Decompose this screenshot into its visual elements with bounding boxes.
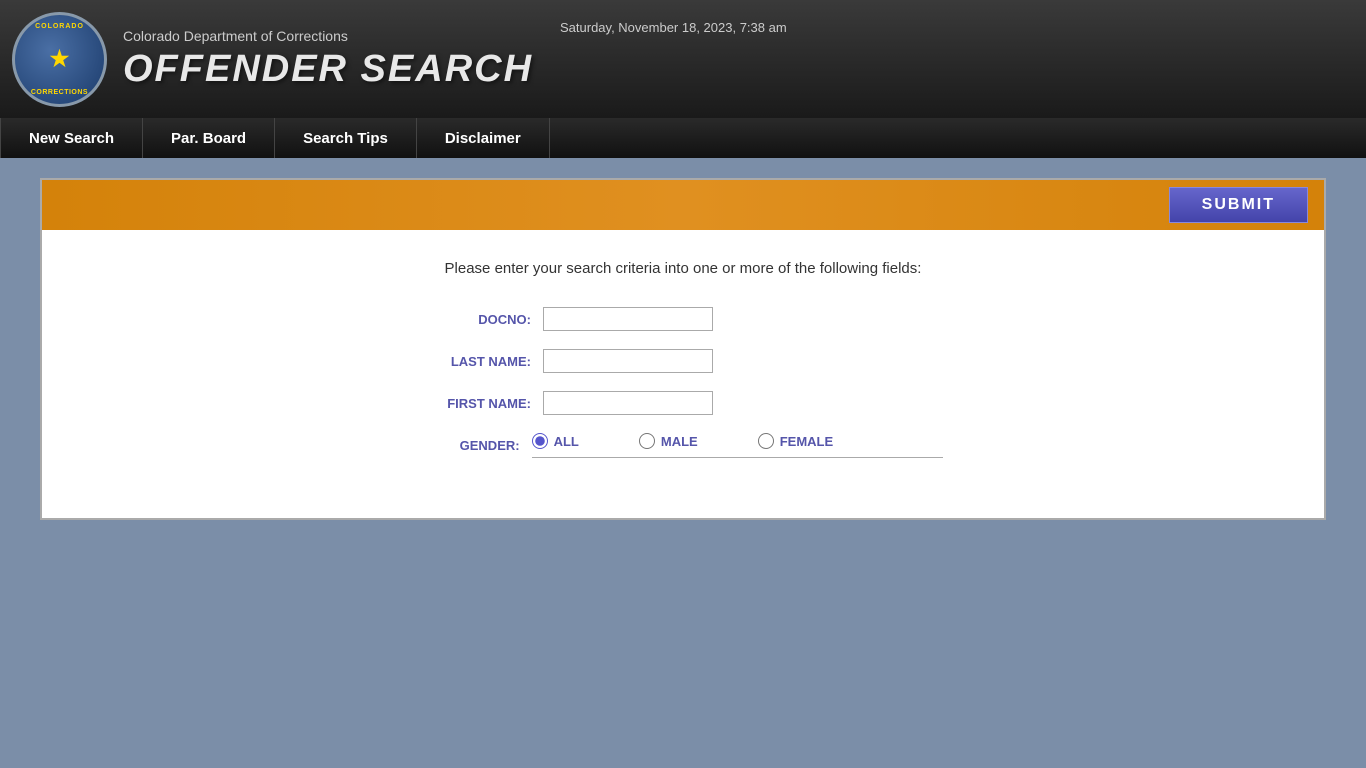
header-text: Colorado Department of Corrections OFFEN… bbox=[123, 28, 533, 91]
instructions-text: Please enter your search criteria into o… bbox=[445, 260, 922, 277]
lastname-input[interactable] bbox=[543, 349, 713, 373]
datetime-display: Saturday, November 18, 2023, 7:38 am bbox=[560, 20, 787, 35]
firstname-label: FIRST NAME: bbox=[423, 396, 543, 411]
gender-options: ALL MALE FEMALE bbox=[532, 433, 943, 458]
gender-male-option[interactable]: MALE bbox=[639, 433, 698, 449]
app-title: OFFENDER SEARCH bbox=[123, 48, 533, 91]
gender-all-label[interactable]: ALL bbox=[554, 434, 579, 449]
logo-area: COLORADO CORRECTIONS bbox=[12, 12, 107, 107]
submit-button[interactable]: SUBMIT bbox=[1169, 187, 1308, 223]
gender-male-radio[interactable] bbox=[639, 433, 655, 449]
gender-label: GENDER: bbox=[423, 438, 532, 453]
gender-male-label[interactable]: MALE bbox=[661, 434, 698, 449]
nav-disclaimer[interactable]: Disclaimer bbox=[417, 118, 550, 158]
badge-bottom-text: CORRECTIONS bbox=[31, 89, 88, 96]
gender-row: GENDER: ALL MALE FEMALE bbox=[423, 433, 943, 458]
badge-top-text: COLORADO bbox=[35, 23, 84, 30]
gender-female-label[interactable]: FEMALE bbox=[780, 434, 833, 449]
panel-header: SUBMIT bbox=[42, 180, 1324, 230]
department-name: Colorado Department of Corrections bbox=[123, 28, 533, 44]
firstname-input[interactable] bbox=[543, 391, 713, 415]
gender-all-option[interactable]: ALL bbox=[532, 433, 579, 449]
page-header: COLORADO CORRECTIONS Colorado Department… bbox=[0, 0, 1366, 118]
gender-female-option[interactable]: FEMALE bbox=[758, 433, 833, 449]
search-form: DOCNO: LAST NAME: FIRST NAME: GENDER: bbox=[423, 307, 943, 458]
panel-body: Please enter your search criteria into o… bbox=[42, 230, 1324, 518]
lastname-label: LAST NAME: bbox=[423, 354, 543, 369]
lastname-row: LAST NAME: bbox=[423, 349, 943, 373]
nav-par-board[interactable]: Par. Board bbox=[143, 118, 275, 158]
docno-input[interactable] bbox=[543, 307, 713, 331]
nav-new-search[interactable]: New Search bbox=[0, 118, 143, 158]
nav-search-tips[interactable]: Search Tips bbox=[275, 118, 417, 158]
agency-logo: COLORADO CORRECTIONS bbox=[12, 12, 107, 107]
search-panel: SUBMIT Please enter your search criteria… bbox=[40, 178, 1326, 520]
docno-row: DOCNO: bbox=[423, 307, 943, 331]
gender-female-radio[interactable] bbox=[758, 433, 774, 449]
navigation-bar: New Search Par. Board Search Tips Discla… bbox=[0, 118, 1366, 158]
docno-label: DOCNO: bbox=[423, 312, 543, 327]
main-content: SUBMIT Please enter your search criteria… bbox=[0, 158, 1366, 540]
firstname-row: FIRST NAME: bbox=[423, 391, 943, 415]
gender-all-radio[interactable] bbox=[532, 433, 548, 449]
